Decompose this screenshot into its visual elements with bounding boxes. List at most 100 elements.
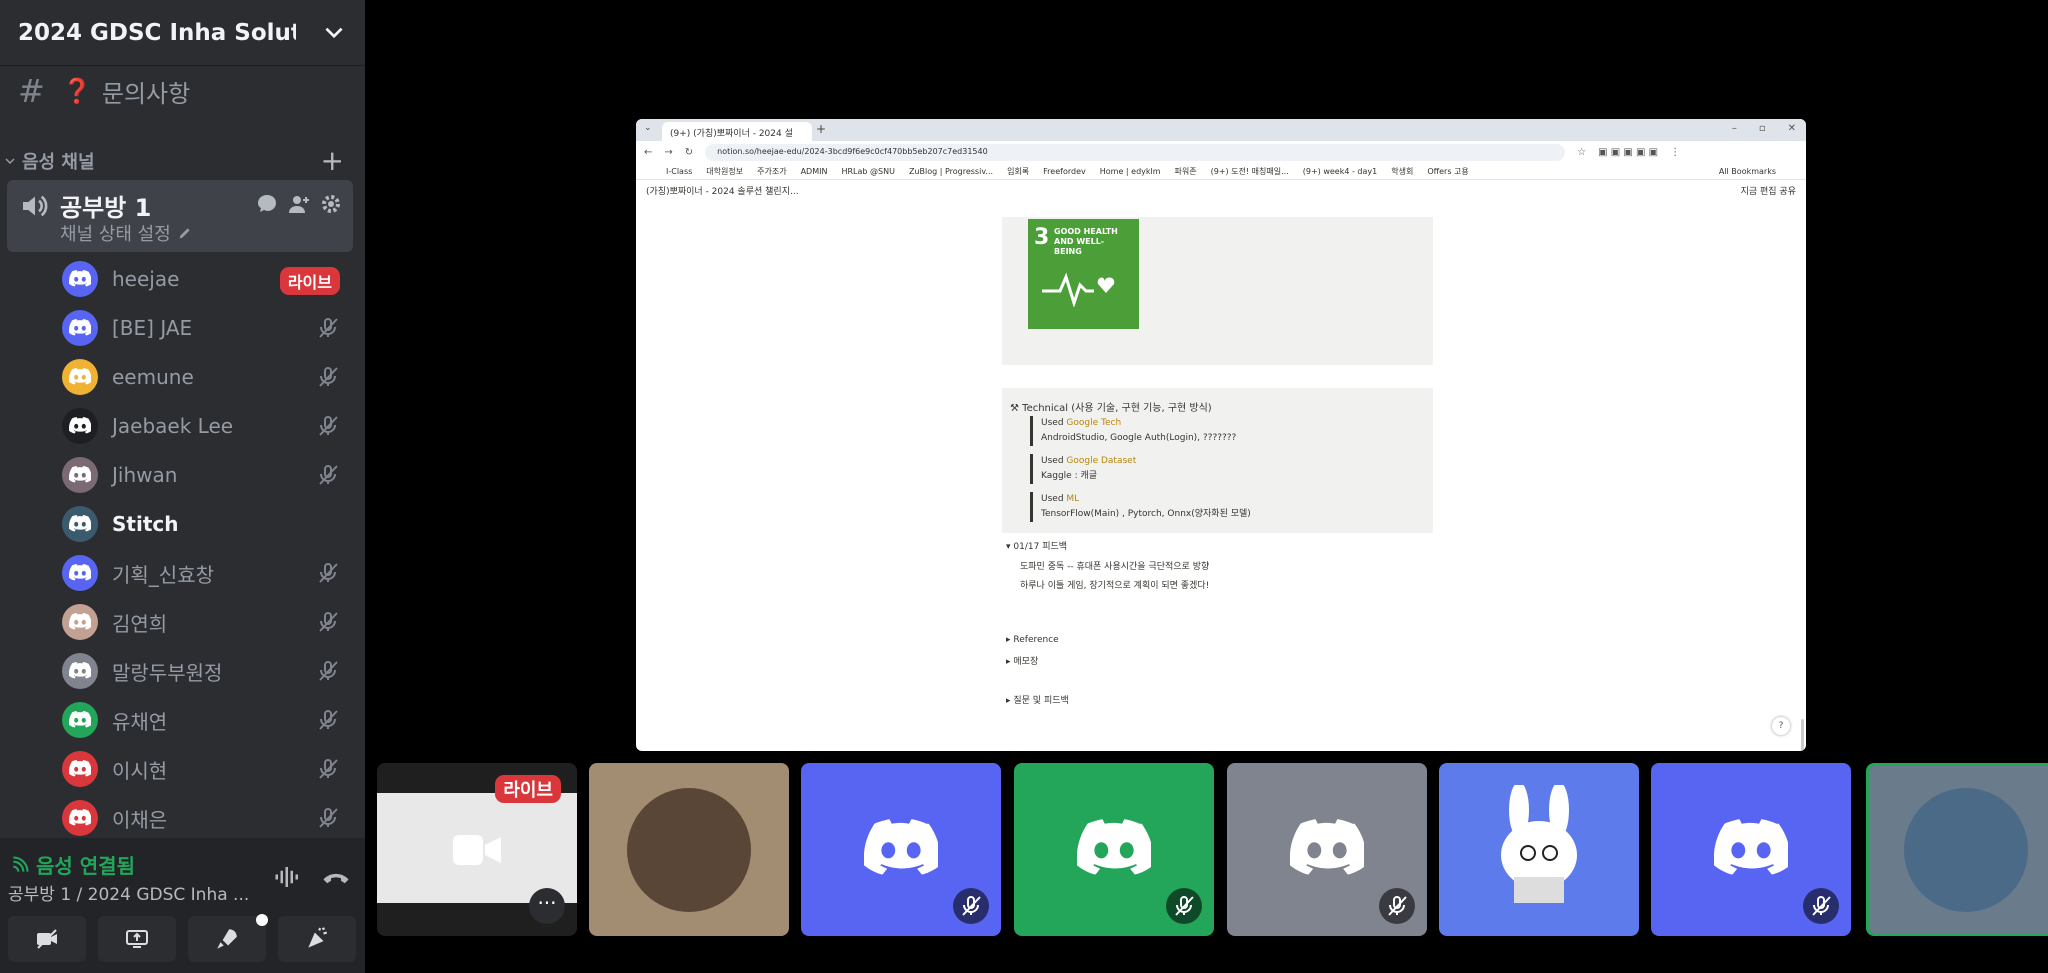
live-badge: 라이브 [279,267,340,295]
voice-category-header[interactable]: 음성 채널 + [4,144,344,177]
scrollbar[interactable] [1801,719,1804,751]
page-actions[interactable]: 지금 편집 공유 [1741,184,1796,198]
member-name: 이시현 [112,758,168,783]
voice-member[interactable]: 기획_신효창 [62,553,352,593]
add-channel-button[interactable]: + [321,144,344,177]
stream-preview-tile[interactable]: 라이브 ··· [377,763,577,936]
activities-button[interactable] [188,914,268,962]
screen-share-button[interactable] [98,916,176,962]
bookmark-item[interactable]: 학생회 [1391,166,1413,177]
soundboard-icon [308,927,328,948]
extensions-icon[interactable]: ▣ ▣ ▣ ▣ ▣ [1598,147,1658,158]
member-name: 이채은 [112,807,168,832]
voice-member[interactable]: 김연희 [62,602,352,642]
bookmark-item[interactable]: (9+) 도전! 매칭패일... [1211,166,1289,177]
chat-bubble-icon[interactable] [255,192,279,216]
close-icon[interactable]: ✕ [1788,123,1796,134]
browser-tab[interactable]: (9+) (가칭)뽀짜이너 - 2024 설 [662,122,812,141]
bookmark-item[interactable]: 파워존 [1175,166,1197,177]
more-options-icon[interactable]: ··· [529,888,565,924]
page-path[interactable]: (가칭)뽀짜이너 - 2024 솔루션 챌린지... [646,184,799,198]
voice-connected-status[interactable]: 음성 연결됨 [10,850,135,879]
voice-member[interactable]: eemune [62,357,352,397]
participant-tile[interactable] [1227,763,1427,936]
member-name: heejae [112,267,180,291]
mic-muted-indicator [1379,888,1415,924]
qna-toggle[interactable]: ▸ 질문 및 피드백 [1006,693,1069,706]
gear-icon[interactable] [319,192,343,216]
voice-channel-study-room[interactable]: 공부방 1 채널 상태 설정 [7,180,353,252]
all-bookmarks[interactable]: All Bookmarks [1719,167,1776,176]
discord-logo-icon [69,270,91,287]
channel-status-setting[interactable]: 채널 상태 설정 [60,220,193,246]
voice-member[interactable]: 유채연 [62,700,352,740]
channel-item-inquiry[interactable]: # ❓ 문의사항 [18,72,190,110]
tech-quote: Used ML TensorFlow(Main) , Pytorch, Onnx(… [1030,492,1251,522]
bookmark-item[interactable]: 입회록 [1007,166,1029,177]
mic-muted-indicator [1803,888,1839,924]
mic-muted-icon [319,416,338,436]
discord-logo-icon [69,809,91,826]
server-name: 2024 GDSC Inha Solution C [18,19,296,46]
bookmark-item[interactable]: (9+) week4 - day1 [1303,167,1377,176]
bookmark-item[interactable]: Home | edyklm [1100,167,1161,176]
bookmark-item[interactable]: ZuBlog | Progressiv... [909,167,993,176]
participant-tile[interactable] [1866,763,2048,936]
bookmark-item[interactable]: Freefordev [1043,167,1086,176]
minimize-icon[interactable]: – [1732,123,1737,134]
discord-logo-icon [69,417,91,434]
bookmark-item[interactable]: I-Class [666,167,692,176]
new-tab-icon[interactable]: + [816,122,826,136]
tab-list-icon[interactable]: ⌄ [644,123,652,133]
voice-channel-name: 공부방 1 [60,194,152,222]
feedback-toggle[interactable]: ▾ 01/17 피드백 [1006,539,1067,552]
bookmark-item[interactable]: 대학원정보 [706,166,743,177]
voice-member[interactable]: Jaebaek Lee [62,406,352,446]
participant-tile[interactable] [1651,763,1851,936]
invite-user-icon[interactable] [287,192,311,216]
forward-icon[interactable]: → [664,147,672,158]
voice-member[interactable]: 말랑두부원정 [62,651,352,691]
star-icon[interactable]: ☆ [1577,147,1586,158]
bookmark-item[interactable]: HRLab @SNU [841,167,894,176]
voice-member[interactable]: Stitch [62,504,352,544]
mic-muted-indicator [316,414,340,442]
voice-member[interactable]: Jihwan [62,455,352,495]
voice-member[interactable]: 이채은 [62,798,352,838]
mic-muted-icon [319,612,338,632]
memo-toggle[interactable]: ▸ 메모장 [1006,654,1038,667]
help-button[interactable]: ? [1772,717,1790,735]
rocket-icon [217,929,237,949]
tech-body: AndroidStudio, Google Auth(Login), ?????… [1041,433,1237,443]
avatar [62,457,98,493]
bookmark-item[interactable]: ADMIN [801,167,828,176]
voice-member[interactable]: heejae 라이브 [62,259,352,299]
noise-suppression-icon[interactable] [273,862,303,892]
participant-tile[interactable] [1439,763,1639,936]
participant-tile[interactable] [589,763,789,936]
bookmark-item[interactable]: 주가조가 [757,166,786,177]
avatar [62,751,98,787]
voice-channel-path: 공부방 1 / 2024 GDSC Inha ... [8,885,250,905]
camera-off-button[interactable] [8,916,86,962]
member-name: 유채연 [112,709,168,734]
disconnect-icon[interactable] [321,862,351,892]
soundboard-button[interactable] [278,916,356,962]
bookmark-item[interactable]: Offers 고용 [1427,166,1468,177]
participant-tile[interactable] [801,763,1001,936]
server-header[interactable]: 2024 GDSC Inha Solution C [0,0,365,66]
reference-toggle[interactable]: ▸ Reference [1006,635,1059,645]
participant-tile[interactable] [1014,763,1214,936]
chevron-down-icon [5,157,15,164]
signal-icon [13,855,29,872]
url-bar[interactable]: notion.so/heejae-edu/2024-3bcd9f6e9c0cf4… [705,143,1566,161]
screen-share-stream[interactable]: ⌄ (9+) (가칭)뽀짜이너 - 2024 설 + – ▫ ✕ ← → ↻ n… [636,119,1806,751]
voice-member[interactable]: 이시현 [62,749,352,789]
discord-logo-icon [69,613,91,630]
back-icon[interactable]: ← [644,147,652,158]
menu-icon[interactable]: ⋮ [1670,147,1680,158]
image-block: 3 GOOD HEALTH AND WELL-BEING [1002,217,1433,365]
reload-icon[interactable]: ↻ [685,147,693,158]
voice-member[interactable]: [BE] JAE [62,308,352,348]
maximize-icon[interactable]: ▫ [1759,123,1766,134]
